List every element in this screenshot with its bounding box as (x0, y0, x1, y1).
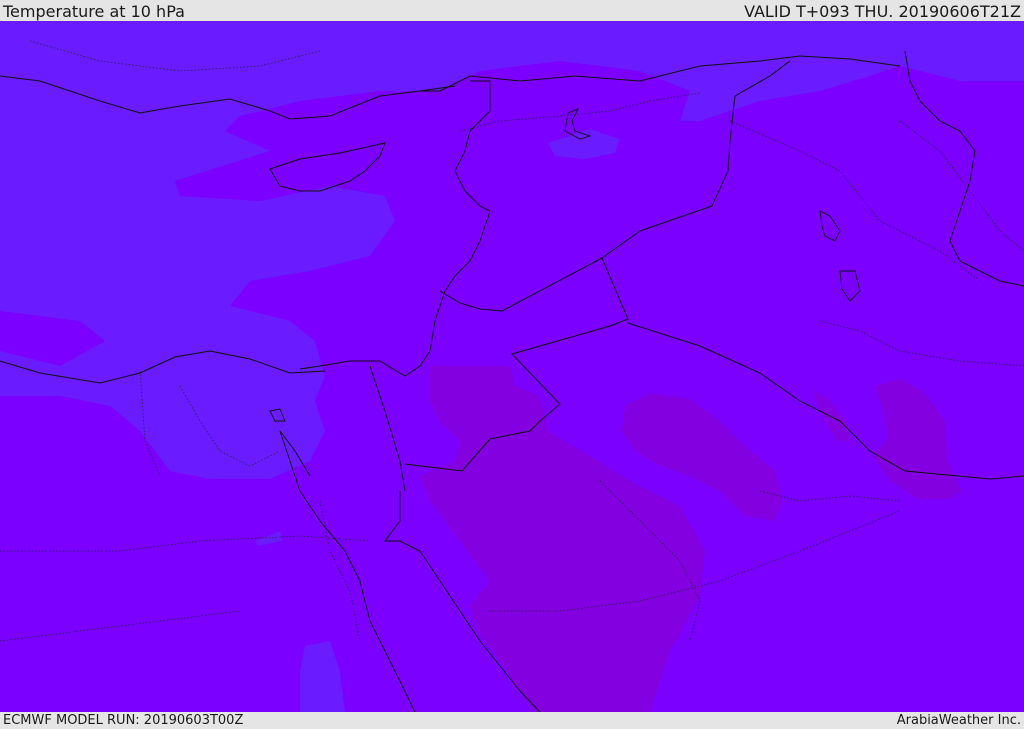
credit-label: ArabiaWeather Inc. (896, 713, 1021, 728)
map-title: Temperature at 10 hPa (3, 2, 185, 21)
valid-time: VALID T+093 THU. 20190606T21Z (744, 2, 1021, 21)
map-figure: Temperature at 10 hPa VALID T+093 THU. 2… (0, 0, 1024, 729)
map-canvas (0, 21, 1024, 712)
model-run: ECMWF MODEL RUN: 20190603T00Z (3, 713, 244, 728)
